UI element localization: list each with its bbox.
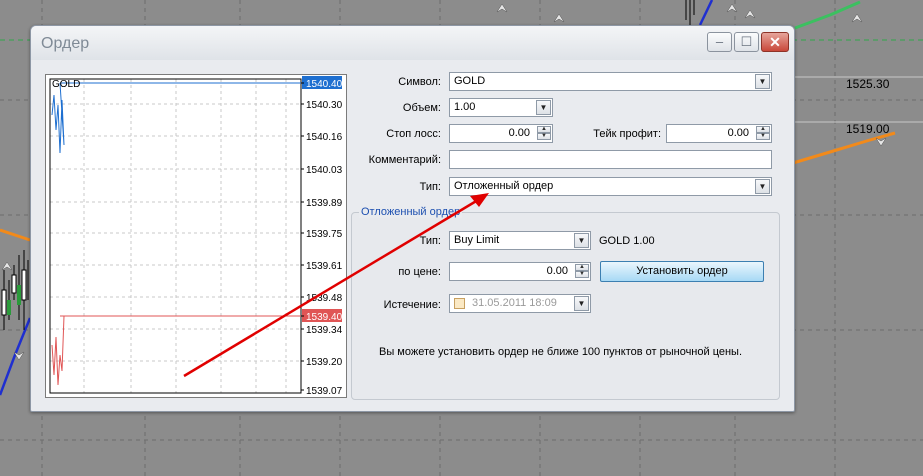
candles-top: [685, 0, 695, 25]
axis-tick-label: 1540.03: [306, 165, 343, 176]
take-profit-input[interactable]: 0.00 ▲ ▼: [666, 124, 772, 143]
distance-note: Вы можете установить ордер не ближе 100 …: [379, 346, 743, 358]
axis-tick-label: 1539.40: [306, 312, 343, 323]
chevron-down-icon[interactable]: ▼: [536, 100, 551, 115]
price-label-text: по цене:: [398, 266, 441, 278]
axis-tick-label: 1539.07: [306, 386, 343, 397]
symbol-select[interactable]: GOLD ▼: [449, 72, 772, 91]
take-profit-stepper[interactable]: ▲ ▼: [756, 126, 770, 141]
maximize-button[interactable]: ☐: [734, 32, 759, 52]
price-input[interactable]: 0.00 ▲ ▼: [449, 262, 591, 281]
price-stepper[interactable]: ▲ ▼: [575, 264, 589, 279]
expiry-value: 31.05.2011 18:09: [472, 297, 557, 309]
take-profit-label: Тейк профит:: [593, 128, 661, 140]
bid-tick-series: [51, 315, 65, 386]
close-button[interactable]: ✕: [761, 32, 789, 52]
ask-tick-series: [51, 82, 65, 154]
order-type-select[interactable]: Отложенный ордер ▼: [449, 177, 772, 196]
minimize-button[interactable]: –: [707, 32, 732, 52]
comment-input[interactable]: [449, 150, 772, 169]
stop-loss-value: 0.00: [508, 127, 530, 139]
price-value: 0.00: [546, 265, 568, 277]
candles-left-bodies: [1, 269, 27, 316]
tick-chart: GOLD 1540.40 1540.30 1540.16 1540.03 1539.89 1…: [45, 74, 347, 398]
ma-green: [794, 0, 861, 30]
order-dialog: Ордер – ☐ ✕ GOLD 1540.40 1540.30 1540.16 154…: [30, 25, 795, 412]
take-profit-value: 0.00: [727, 127, 749, 139]
order-type-value: Отложенный ордер: [454, 180, 554, 192]
volume-label: Объем:: [402, 102, 441, 114]
stop-loss-label: Стоп лосс:: [386, 128, 441, 140]
price-label: 1519.00: [846, 122, 890, 136]
window-title: Ордер: [41, 35, 90, 52]
volume-value: 1.00: [454, 101, 476, 113]
pending-type-value: Buy Limit: [454, 234, 500, 246]
maximize-icon: ☐: [740, 34, 753, 49]
chevron-down-icon[interactable]: ▼: [755, 74, 770, 89]
chevron-down-icon[interactable]: ▼: [574, 296, 589, 311]
chart-symbol: GOLD: [52, 79, 80, 90]
title-bar[interactable]: Ордер – ☐ ✕: [31, 26, 794, 60]
axis-tick-label: 1539.20: [306, 357, 343, 368]
chevron-down-icon[interactable]: ▼: [755, 179, 770, 194]
type-label: Тип:: [419, 181, 441, 193]
axis-tick-label: 1539.89: [306, 198, 343, 209]
pending-group-title: Отложенный ордер: [359, 206, 463, 218]
ma-orange-right: [792, 131, 896, 165]
axis-tick-label: 1539.34: [306, 325, 343, 336]
symbol-label: Символ:: [398, 76, 441, 88]
minimize-icon: –: [715, 34, 724, 49]
ma-orange-left: [0, 228, 31, 242]
tick-chart-canvas: GOLD 1540.401540.301540.161540.031539.891…: [49, 76, 343, 397]
pending-type-select[interactable]: Buy Limit ▼: [449, 231, 591, 250]
place-order-button[interactable]: Установить ордер: [600, 261, 764, 282]
expiry-input[interactable]: 31.05.2011 18:09 ▼: [449, 294, 591, 313]
expiry-label: Истечение:: [383, 299, 441, 311]
pending-type-info: GOLD 1.00: [599, 235, 655, 247]
volume-select[interactable]: 1.00 ▼: [449, 98, 553, 117]
chevron-down-icon[interactable]: ▼: [574, 233, 589, 248]
ma-blue-top: [698, 0, 714, 26]
expiry-checkbox[interactable]: [454, 298, 465, 309]
comment-label: Комментарий:: [368, 154, 441, 166]
close-icon: ✕: [769, 34, 781, 50]
stop-loss-input[interactable]: 0.00 ▲ ▼: [449, 124, 553, 143]
pending-type-label: Тип:: [419, 235, 441, 247]
price-label: 1525.30: [846, 77, 890, 91]
symbol-value: GOLD: [454, 75, 486, 87]
